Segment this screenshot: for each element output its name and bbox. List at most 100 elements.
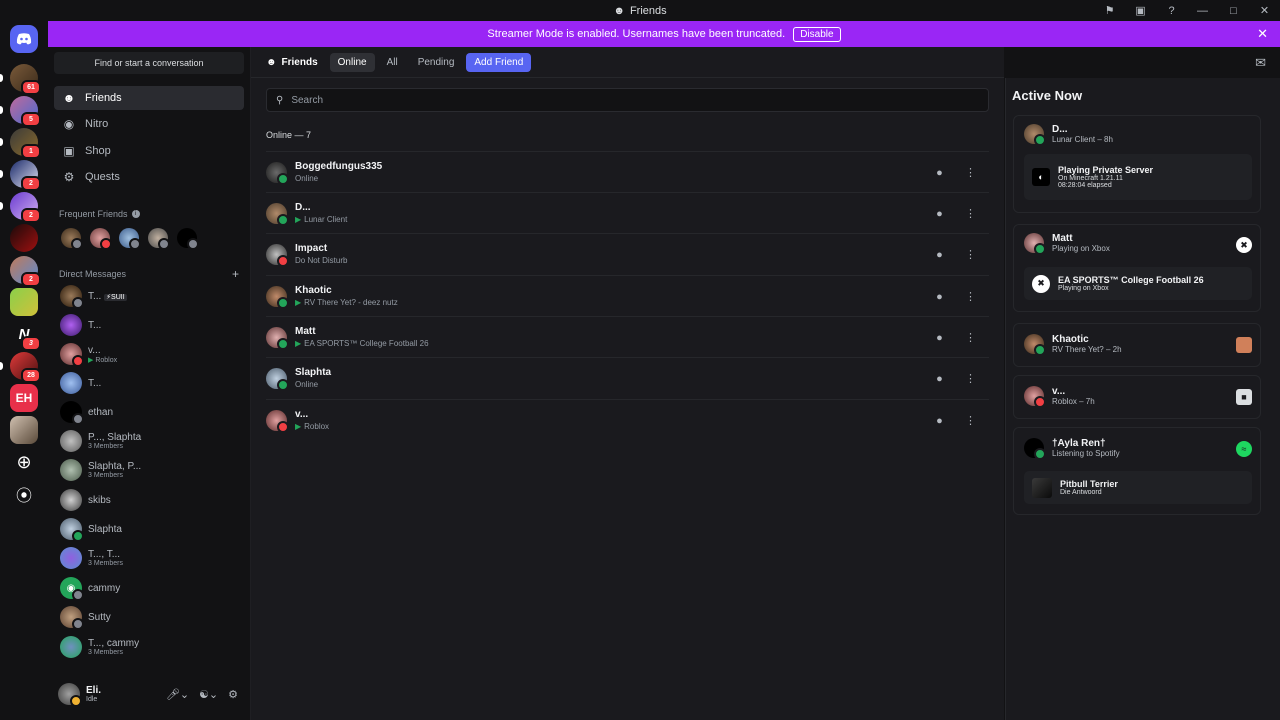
shop-icon: ▣: [63, 144, 75, 158]
dm-item[interactable]: Slaphta: [54, 515, 244, 543]
add-dm-icon[interactable]: +: [232, 267, 239, 281]
message-icon[interactable]: ●: [931, 329, 948, 346]
server-icon[interactable]: [10, 224, 38, 252]
new-group-dm-icon[interactable]: ✉: [1255, 55, 1266, 71]
message-icon[interactable]: ●: [931, 246, 948, 263]
discover-icon[interactable]: ⦿: [10, 480, 38, 508]
friend-row[interactable]: Khaotic ▶ RV There Yet? - deez nutz ● ⋮: [266, 275, 989, 316]
more-icon[interactable]: ⋮: [962, 246, 979, 263]
add-friend-button[interactable]: Add Friend: [466, 52, 532, 72]
server-icon[interactable]: [10, 288, 38, 316]
discord-logo-icon[interactable]: [10, 25, 38, 53]
dm-item[interactable]: T..., cammy 3 Members: [54, 633, 244, 661]
server-icon[interactable]: EH: [10, 384, 38, 412]
more-icon[interactable]: ⋮: [962, 288, 979, 305]
activity-detail: Pitbull Terrier Die Antwoord: [1024, 471, 1252, 504]
nav-quests[interactable]: ⚙ Quests: [54, 165, 244, 189]
avatar: [266, 161, 289, 185]
avatar[interactable]: [148, 228, 170, 250]
headphones-icon[interactable]: ☯⌄: [199, 688, 218, 701]
help-icon[interactable]: ?: [1156, 0, 1187, 21]
disable-button[interactable]: Disable: [793, 26, 841, 42]
avatar: [266, 285, 289, 309]
mic-icon[interactable]: 🎤︎⌄: [166, 688, 189, 701]
minimize-button[interactable]: —: [1187, 0, 1218, 21]
settings-icon[interactable]: ⚙: [228, 688, 238, 701]
activity-card[interactable]: †Ayla Ren† Listening to Spotify ≈ Pitbull…: [1013, 427, 1261, 515]
server-icon[interactable]: 5: [0, 96, 41, 127]
activity-card[interactable]: v... Roblox – 7h ■: [1013, 375, 1261, 419]
inbox-icon[interactable]: ⚑: [1094, 0, 1125, 21]
friend-row[interactable]: Matt ▶ EA SPORTS™ College Football 26 ● ⋮: [266, 316, 989, 357]
friend-row[interactable]: v... ▶ Roblox ● ⋮: [266, 399, 989, 440]
find-conversation-button[interactable]: Find or start a conversation: [54, 52, 244, 74]
dm-item[interactable]: Slaphta, P... 3 Members: [54, 456, 244, 484]
dm-item[interactable]: v... ▶ Roblox: [54, 340, 244, 368]
activity-card[interactable]: Khaotic RV There Yet? – 2h: [1013, 323, 1261, 367]
more-icon[interactable]: ⋮: [962, 164, 979, 181]
avatar: [60, 547, 82, 569]
server-icon[interactable]: 2: [0, 192, 41, 223]
dm-item[interactable]: skibs: [54, 486, 244, 514]
activity-detail: ◐ Playing Private Server On Minecraft 1.2…: [1024, 154, 1252, 200]
avatar[interactable]: [58, 683, 82, 707]
activity-card[interactable]: Matt Playing on Xbox ✖ ✖ EA SPORTS™ Colle…: [1013, 224, 1261, 312]
nav-nitro[interactable]: ◉ Nitro: [54, 112, 244, 136]
avatar: [60, 430, 82, 452]
message-icon[interactable]: ●: [931, 412, 948, 429]
tab-online[interactable]: Online: [329, 52, 375, 72]
server-list: 61 5 1 2 2 2 N3 28 EH ⊕ ⦿: [0, 21, 48, 720]
quests-icon: ⚙: [63, 170, 75, 184]
dm-item[interactable]: P..., Slaphta 3 Members: [54, 427, 244, 455]
avatar[interactable]: [61, 228, 83, 250]
dm-item[interactable]: T...: [54, 311, 244, 339]
server-icon[interactable]: 2: [0, 160, 41, 191]
maximize-button[interactable]: □: [1218, 0, 1249, 21]
server-icon[interactable]: 1: [0, 128, 41, 159]
dm-item[interactable]: T... ⚡SUII: [54, 282, 244, 310]
more-icon[interactable]: ⋮: [962, 412, 979, 429]
server-icon[interactable]: 2: [10, 256, 41, 287]
message-icon[interactable]: ●: [931, 370, 948, 387]
nav-friends[interactable]: ☻ Friends: [54, 86, 244, 110]
close-icon[interactable]: ✕: [1257, 26, 1268, 42]
close-window-button[interactable]: ✕: [1249, 0, 1280, 21]
nav-shop[interactable]: ▣ Shop: [54, 139, 244, 163]
avatar: [266, 202, 289, 226]
user-status: Idle: [86, 696, 98, 703]
avatar[interactable]: [177, 228, 199, 250]
message-icon[interactable]: ●: [931, 288, 948, 305]
dm-item[interactable]: ethan: [54, 398, 244, 426]
avatar[interactable]: [119, 228, 141, 250]
more-icon[interactable]: ⋮: [962, 329, 979, 346]
avatar: [60, 518, 84, 542]
game-controller-icon: ▶: [295, 298, 302, 307]
search-input[interactable]: ⚲ Search: [266, 88, 989, 112]
more-icon[interactable]: ⋮: [962, 205, 979, 222]
friends-icon: ☻: [266, 56, 277, 68]
friend-row[interactable]: Boggedfungus335 Online ● ⋮: [266, 151, 989, 192]
dm-item[interactable]: ◉ cammy: [54, 574, 244, 602]
server-icon[interactable]: 28: [0, 352, 41, 383]
friend-row[interactable]: Slaphta Online ● ⋮: [266, 357, 989, 398]
dm-item[interactable]: Sutty: [54, 603, 244, 631]
server-icon[interactable]: [10, 416, 38, 444]
dm-item[interactable]: T...: [54, 369, 244, 397]
game-controller-icon: ▶: [295, 422, 302, 431]
friend-row[interactable]: Impact Do Not Disturb ● ⋮: [266, 233, 989, 274]
window-title: ☻ Friends: [613, 4, 667, 17]
avatar[interactable]: [90, 228, 112, 250]
server-icon[interactable]: N3: [10, 320, 41, 351]
more-icon[interactable]: ⋮: [962, 370, 979, 387]
message-icon[interactable]: ●: [931, 164, 948, 181]
tab-all[interactable]: All: [379, 53, 406, 72]
friend-row[interactable]: D... ▶ Lunar Client ● ⋮: [266, 192, 989, 233]
activity-card[interactable]: D... Lunar Client – 8h ◐ Playing Private …: [1013, 115, 1261, 213]
user-name: Eli.: [86, 685, 102, 696]
screen-icon[interactable]: ▣: [1125, 0, 1156, 21]
server-icon[interactable]: 61: [0, 64, 41, 95]
dm-item[interactable]: T..., T... 3 Members: [54, 544, 244, 572]
tab-pending[interactable]: Pending: [410, 53, 463, 72]
message-icon[interactable]: ●: [931, 205, 948, 222]
add-server-icon[interactable]: ⊕: [10, 448, 38, 476]
